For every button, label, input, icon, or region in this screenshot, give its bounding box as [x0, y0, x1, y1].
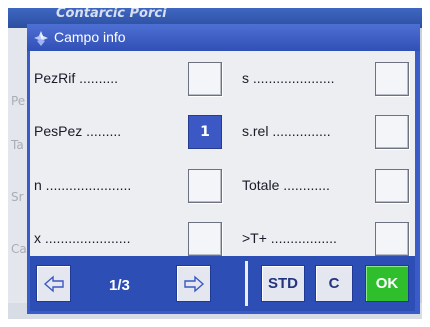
background-item: Ca	[11, 242, 27, 256]
ok-button[interactable]: OK	[365, 265, 409, 302]
footer-divider	[245, 261, 248, 306]
field-label-s: s .....................	[242, 70, 335, 86]
field-label-pezrif: PezRif ..........	[34, 70, 119, 86]
field-toggle-totale[interactable]	[375, 169, 409, 203]
screen: Contarcic Porci Pe Ta Sr Ca Campo info P…	[8, 8, 422, 319]
dialog-title: Campo info	[54, 29, 126, 45]
background-item: Pe	[11, 94, 26, 108]
field-toggle-x[interactable]	[188, 222, 222, 256]
dialog-body: PezRif .......... PesPez ......... 1 n .…	[30, 51, 415, 256]
page-indicator: 1/3	[109, 277, 130, 294]
dialog-footer: 1/3 STD C OK	[30, 256, 415, 311]
field-label-t-plus: >T+ .................	[242, 230, 337, 246]
background-title: Contarcic Porci	[56, 8, 167, 21]
dialog-title-bar: Campo info	[27, 24, 420, 51]
arrow-left-icon	[43, 274, 64, 293]
balance-scale-icon	[34, 31, 48, 46]
std-button[interactable]: STD	[261, 265, 305, 302]
field-label-s-rel: s.rel ...............	[242, 123, 331, 139]
field-toggle-s-rel[interactable]	[375, 115, 409, 149]
info-field-dialog: Campo info PezRif .......... PesPez ....…	[27, 24, 420, 314]
field-label-x: x ......................	[34, 230, 131, 246]
next-page-button[interactable]	[176, 265, 211, 302]
field-toggle-pezrif[interactable]	[188, 62, 222, 96]
field-toggle-t-plus[interactable]	[375, 222, 409, 256]
field-label-n: n ......................	[34, 177, 132, 193]
field-toggle-pespez[interactable]: 1	[188, 115, 222, 149]
field-toggle-s[interactable]	[375, 62, 409, 96]
background-item: Sr	[11, 190, 24, 204]
field-label-pespez: PesPez .........	[34, 123, 122, 139]
field-toggle-n[interactable]	[188, 169, 222, 203]
previous-page-button[interactable]	[36, 265, 71, 302]
clear-button[interactable]: C	[315, 265, 353, 302]
arrow-right-icon	[183, 274, 204, 293]
field-label-totale: Totale ............	[242, 177, 330, 193]
background-item: Ta	[11, 138, 24, 152]
